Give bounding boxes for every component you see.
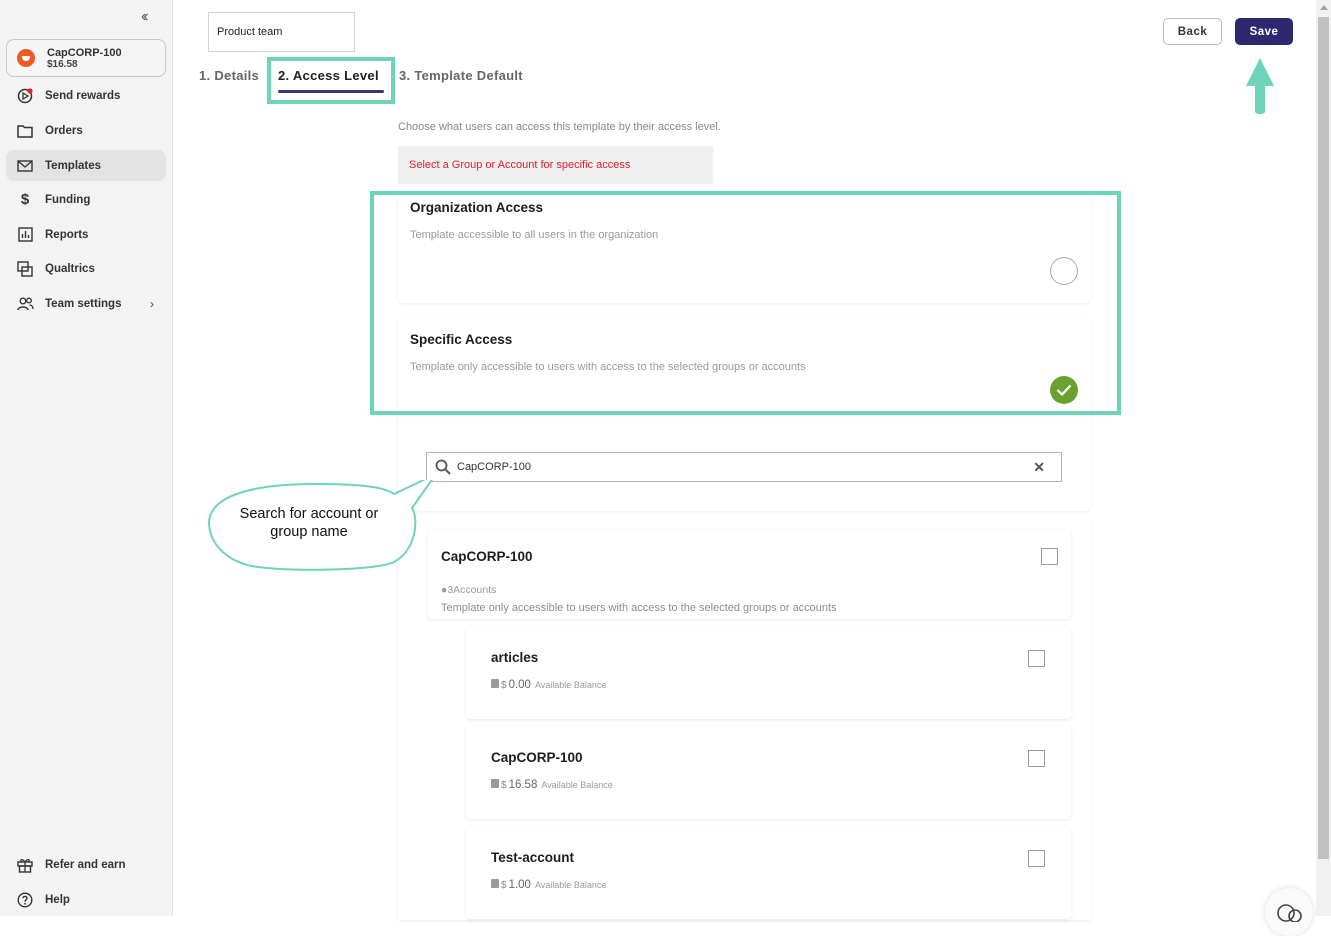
account-checkbox[interactable] <box>1028 850 1045 867</box>
sidebar-item-label: Team settings <box>45 297 122 310</box>
account-item-balance: $ 16.58 Available Balance <box>491 779 613 791</box>
back-button[interactable]: Back <box>1163 18 1222 45</box>
sidebar-item-funding[interactable]: $ Funding <box>6 184 166 215</box>
account-item-name: CapCORP-100 <box>491 750 583 765</box>
account-checkbox[interactable] <box>1028 750 1045 767</box>
tab-details[interactable]: 1. Details <box>199 68 259 83</box>
sidebar-item-orders[interactable]: Orders <box>6 115 166 146</box>
send-rewards-icon <box>16 87 34 105</box>
sidebar-item-refer-and-earn[interactable]: Refer and earn <box>6 849 166 880</box>
account-item-balance: $ 0.00 Available Balance <box>491 679 606 691</box>
annotation-highlight-tab <box>267 57 395 104</box>
access-alert: Select a Group or Account for specific a… <box>398 146 713 184</box>
organization-access-radio[interactable] <box>1050 257 1078 285</box>
qualtrics-icon <box>16 260 34 278</box>
callout-text: Search for account or group name <box>239 506 379 540</box>
option-title: Specific Access <box>410 332 513 347</box>
account-switcher[interactable]: CapCORP-100 $16.58 <box>6 39 166 77</box>
envelope-icon <box>16 157 34 175</box>
chat-support-button[interactable] <box>1265 888 1313 936</box>
sidebar-item-templates[interactable]: Templates <box>6 150 166 181</box>
sidebar-item-qualtrics[interactable]: Qualtrics <box>6 253 166 284</box>
search-input[interactable] <box>457 461 1034 473</box>
search-panel: ✕ <box>398 416 1091 511</box>
sidebar-item-team-settings[interactable]: Team settings › <box>6 288 166 319</box>
account-item-name: Test-account <box>491 850 575 865</box>
search-field[interactable]: ✕ <box>426 452 1062 482</box>
sidebar-item-reports[interactable]: Reports <box>6 219 166 250</box>
chat-icon <box>1277 904 1302 922</box>
sidebar-item-send-rewards[interactable]: Send rewards <box>6 80 166 111</box>
account-item[interactable]: articles $ 0.00 Available Balance <box>466 627 1071 719</box>
account-name: CapCORP-100 <box>47 46 122 59</box>
specific-access-radio[interactable] <box>1050 376 1078 404</box>
collapse-sidebar-button[interactable]: ‹‹ <box>141 8 148 26</box>
chevron-right-icon: › <box>150 296 154 311</box>
help-icon <box>16 891 34 909</box>
tab-template-default[interactable]: 3. Template Default <box>399 68 523 83</box>
folder-icon <box>16 122 34 140</box>
sidebar-item-label: Orders <box>45 124 83 137</box>
dollar-icon: $ <box>20 191 30 208</box>
double-chevron-left-icon: ‹‹ <box>141 8 148 25</box>
sidebar-item-label: Qualtrics <box>45 262 95 275</box>
account-logo-icon <box>17 49 35 67</box>
access-intro-text: Choose what users can access this templa… <box>398 121 721 133</box>
wallet-icon <box>491 679 499 688</box>
group-name: CapCORP-100 <box>441 549 533 564</box>
sidebar-item-help[interactable]: Help <box>6 884 166 915</box>
wallet-icon <box>491 779 499 788</box>
results-panel: CapCORP-100 ●3Accounts Template only acc… <box>398 520 1091 920</box>
specific-access-option[interactable]: Specific Access Template only accessible… <box>398 318 1091 418</box>
organization-access-option[interactable]: Organization Access Template accessible … <box>398 192 1091 303</box>
account-balance: $16.58 <box>47 58 78 70</box>
account-item[interactable]: CapCORP-100 $ 16.58 Available Balance <box>466 727 1071 819</box>
team-icon <box>16 295 34 313</box>
account-item[interactable]: Test-account $ 1.00 Available Balance <box>466 827 1071 919</box>
option-description: Template only accessible to users with a… <box>410 361 806 373</box>
option-title: Organization Access <box>410 200 544 215</box>
group-card[interactable]: CapCORP-100 ●3Accounts Template only acc… <box>428 530 1071 619</box>
scroll-up-arrow-icon[interactable] <box>1320 5 1328 10</box>
option-description: Template accessible to all users in the … <box>410 229 659 241</box>
annotation-arrow-up-icon <box>1246 58 1274 114</box>
clear-search-icon[interactable]: ✕ <box>1033 459 1045 476</box>
search-icon <box>435 459 451 475</box>
sidebar-item-label: Refer and earn <box>45 858 126 871</box>
sidebar-item-label: Funding <box>45 193 91 206</box>
group-checkbox[interactable] <box>1041 548 1058 565</box>
sidebar-item-label: Help <box>45 893 70 906</box>
account-item-name: articles <box>491 650 539 665</box>
scroll-thumb[interactable] <box>1318 17 1329 859</box>
checkmark-icon <box>1056 384 1072 396</box>
save-button[interactable]: Save <box>1235 18 1293 45</box>
gift-icon <box>16 856 34 874</box>
group-description: Template only accessible to users with a… <box>441 602 837 614</box>
page-scrollbar[interactable] <box>1316 0 1331 916</box>
account-checkbox[interactable] <box>1028 650 1045 667</box>
wallet-icon <box>491 879 499 888</box>
sidebar-item-label: Reports <box>45 228 89 241</box>
main-content: 1. Details 2. Access Level 3. Template D… <box>174 0 1316 920</box>
sidebar: ‹‹ CapCORP-100 $16.58 Send rewards Order… <box>0 0 173 916</box>
group-accounts-count: ●3Accounts <box>441 584 497 596</box>
template-name-input[interactable] <box>208 12 355 52</box>
bar-chart-icon <box>16 226 34 244</box>
account-item-balance: $ 1.00 Available Balance <box>491 879 606 891</box>
sidebar-item-label: Send rewards <box>45 89 121 102</box>
sidebar-item-label: Templates <box>45 159 102 172</box>
